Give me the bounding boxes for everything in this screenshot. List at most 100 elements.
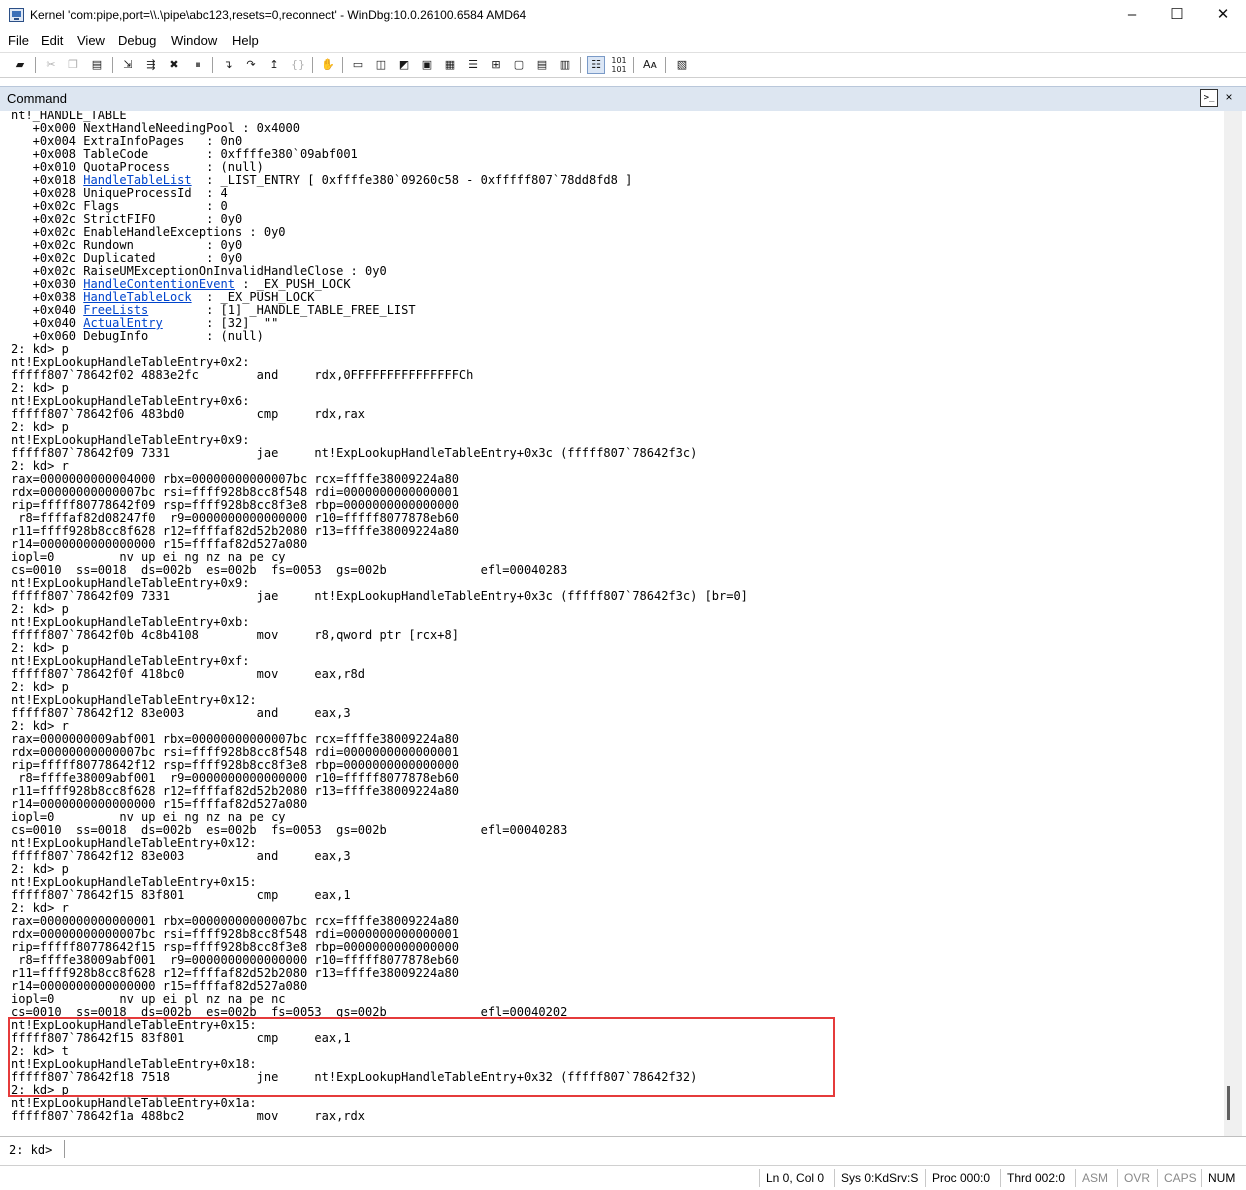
menu-view[interactable]: View — [77, 33, 105, 48]
memory-window-icon[interactable]: ▦ — [441, 56, 459, 74]
window-title: Kernel 'com:pipe,port=\\.\pipe\abc123,re… — [30, 8, 527, 22]
output-line: 2: kd> p — [11, 680, 69, 694]
paste-icon[interactable]: ▤ — [88, 56, 106, 74]
toolbar-separator — [112, 57, 113, 73]
output-line: r8=ffffaf82d08247f0 r9=0000000000000000 … — [11, 511, 459, 525]
output-line: +0x040 FreeLists : [1] _HANDLE_TABLE_FRE… — [11, 303, 416, 317]
output-line: rax=0000000000000001 rbx=00000000000007b… — [11, 914, 459, 928]
go-icon[interactable]: ⇲ — [119, 56, 137, 74]
output-line: fffff807`78642f06 483bd0 cmp rdx,rax — [11, 407, 366, 421]
status-separator — [834, 1169, 835, 1187]
toolbar-separator — [633, 57, 634, 73]
toolbar-separator — [312, 57, 313, 73]
field-link[interactable]: HandleContentionEvent — [83, 277, 235, 291]
break-icon[interactable]: ⏸ — [189, 56, 207, 74]
insert-breakpoint-icon[interactable]: ✋ — [319, 56, 337, 74]
field-link[interactable]: HandleTableList — [83, 173, 191, 187]
output-line: r14=0000000000000000 r15=ffffaf82d527a08… — [11, 537, 308, 551]
processes-threads-icon[interactable]: ▤ — [533, 56, 551, 74]
status-num: NUM — [1208, 1171, 1236, 1185]
scrollbar-thumb[interactable] — [1227, 1086, 1230, 1120]
step-over-icon[interactable]: ↷ — [242, 56, 260, 74]
close-icon: × — [1225, 90, 1233, 104]
command-window-icon[interactable]: ▭ — [349, 56, 367, 74]
stop-debugging-icon[interactable]: ✖ — [165, 56, 183, 74]
status-separator — [1117, 1169, 1118, 1187]
status-position: Ln 0, Col 0 — [766, 1171, 825, 1185]
source-mode-on-icon[interactable]: ☷ — [587, 56, 605, 74]
cut-icon[interactable]: ✂ — [42, 56, 60, 74]
command-panel-header: Command >_ × — [0, 86, 1246, 111]
output-line: rip=fffff80778642f12 rsp=ffff928b8cc8f3e… — [11, 758, 459, 772]
toolbar-separator — [665, 57, 666, 73]
scratch-pad-icon[interactable]: ▢ — [510, 56, 528, 74]
output-line: +0x02c Duplicated : 0y0 — [11, 251, 243, 265]
output-text: nt!_HANDLE_TABLE +0x000 NextHandleNeedin… — [11, 111, 748, 1123]
panel-close-button[interactable]: × — [1223, 89, 1235, 105]
field-link[interactable]: HandleTableLock — [83, 290, 191, 304]
output-line: nt!ExpLookupHandleTableEntry+0x15: — [11, 875, 257, 889]
locals-window-icon[interactable]: ◩ — [395, 56, 413, 74]
menu-help[interactable]: Help — [232, 33, 259, 48]
minimize-button[interactable]: – — [1109, 0, 1155, 30]
title-bar: Kernel 'com:pipe,port=\\.\pipe\abc123,re… — [0, 0, 1246, 30]
close-window-button[interactable]: ✕ — [1200, 0, 1246, 30]
output-line: nt!ExpLookupHandleTableEntry+0xb: — [11, 615, 250, 629]
output-line: rdx=00000000000007bc rsi=ffff928b8cc8f54… — [11, 927, 459, 941]
command-prompt-icon[interactable]: >_ — [1200, 89, 1218, 107]
menu-edit[interactable]: Edit — [41, 33, 63, 48]
step-into-icon[interactable]: ↴ — [219, 56, 237, 74]
options-icon[interactable]: ▧ — [673, 56, 691, 74]
command-input[interactable] — [64, 1140, 1236, 1158]
output-line: +0x028 UniqueProcessId : 4 — [11, 186, 228, 200]
output-line: nt!ExpLookupHandleTableEntry+0x15: — [11, 1018, 257, 1032]
close-icon: ✕ — [1216, 6, 1230, 23]
status-bar: Ln 0, Col 0 Sys 0:KdSrv:S Proc 000:0 Thr… — [0, 1165, 1246, 1190]
output-line: +0x02c StrictFIFO : 0y0 — [11, 212, 243, 226]
field-link[interactable]: FreeLists — [83, 303, 148, 317]
command-input-area: 2: kd> — [0, 1136, 1246, 1165]
open-icon[interactable]: ▰ — [11, 56, 29, 74]
output-line: fffff807`78642f1a 488bc2 mov rax,rdx — [11, 1109, 366, 1123]
call-stack-window-icon[interactable]: ☰ — [464, 56, 482, 74]
output-line: 2: kd> r — [11, 901, 69, 915]
status-separator — [1201, 1169, 1202, 1187]
disassembly-window-icon[interactable]: ⊞ — [487, 56, 505, 74]
font-icon[interactable]: Aᴀ — [641, 56, 659, 74]
field-link[interactable]: ActualEntry — [83, 316, 162, 330]
output-line: nt!ExpLookupHandleTableEntry+0x18: — [11, 1057, 257, 1071]
step-out-icon[interactable]: ↥ — [265, 56, 283, 74]
menu-debug[interactable]: Debug — [118, 33, 156, 48]
run-to-cursor-icon[interactable]: {} — [289, 56, 307, 74]
maximize-icon: ☐ — [1170, 6, 1184, 23]
status-asm: ASM — [1082, 1171, 1109, 1185]
output-line: r14=0000000000000000 r15=ffffaf82d527a08… — [11, 979, 308, 993]
output-line: rdx=00000000000007bc rsi=ffff928b8cc8f54… — [11, 485, 459, 499]
hex-mode-icon[interactable]: 101 101 — [610, 56, 628, 74]
copy-icon[interactable]: ❐ — [64, 56, 82, 74]
output-line: r11=ffff928b8cc8f628 r12=ffffaf82d52b208… — [11, 784, 459, 798]
output-line: +0x030 HandleContentionEvent : _EX_PUSH_… — [11, 277, 351, 291]
command-output[interactable]: nt!_HANDLE_TABLE +0x000 NextHandleNeedin… — [8, 111, 1224, 1135]
menu-file[interactable]: File — [8, 33, 29, 48]
restart-icon[interactable]: ⇶ — [142, 56, 160, 74]
registers-window-icon[interactable]: ▣ — [418, 56, 436, 74]
output-line: 2: kd> p — [11, 641, 69, 655]
output-line: nt!ExpLookupHandleTableEntry+0x9: — [11, 576, 250, 590]
watch-window-icon[interactable]: ◫ — [372, 56, 390, 74]
menu-window[interactable]: Window — [171, 33, 217, 48]
output-line: rdx=00000000000007bc rsi=ffff928b8cc8f54… — [11, 745, 459, 759]
output-line: cs=0010 ss=0018 ds=002b es=002b fs=0053 … — [11, 1005, 568, 1019]
output-scrollbar[interactable] — [1224, 111, 1242, 1136]
output-line: 2: kd> p — [11, 342, 69, 356]
output-line: +0x008 TableCode : 0xffffe380`09abf001 — [11, 147, 358, 161]
output-line: fffff807`78642f0f 418bc0 mov eax,r8d — [11, 667, 366, 681]
windbg-app-icon — [9, 8, 24, 22]
output-line: r8=ffffe38009abf001 r9=0000000000000000 … — [11, 771, 459, 785]
output-line: fffff807`78642f18 7518 jne nt!ExpLookupH… — [11, 1070, 698, 1084]
maximize-button[interactable]: ☐ — [1154, 0, 1200, 30]
output-line: fffff807`78642f0b 4c8b4108 mov r8,qword … — [11, 628, 459, 642]
output-line: +0x040 ActualEntry : [32] "" — [11, 316, 279, 330]
source-mode-icon[interactable]: ▥ — [556, 56, 574, 74]
output-line: 2: kd> p — [11, 420, 69, 434]
